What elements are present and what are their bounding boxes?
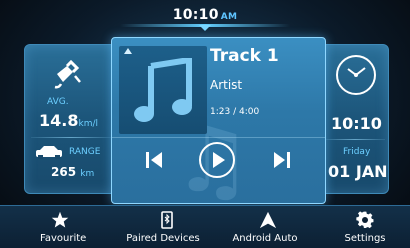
clock-widget[interactable]: 10:10 Friday 01 JAN (320, 44, 389, 194)
nav-settings-label: Settings (344, 233, 386, 244)
album-art (119, 46, 207, 134)
clock-time: 10:10 (331, 114, 382, 133)
play-button[interactable] (198, 141, 236, 179)
gear-icon (356, 211, 374, 229)
track-progress: 1:23 / 4:00 (210, 107, 260, 117)
home-screen: 10:10 AM AVG. 14.8km/l RANGE 265 km 10:1… (0, 0, 410, 248)
nav-android-auto-label: Android Auto (232, 233, 298, 244)
nav-favourite[interactable]: Favourite (20, 206, 100, 248)
eject-icon[interactable] (124, 48, 132, 54)
fuel-widget[interactable]: AVG. 14.8km/l RANGE 265 km (24, 44, 118, 194)
fuel-divider (31, 137, 111, 138)
previous-track-icon[interactable] (144, 148, 164, 172)
controls-divider (112, 137, 325, 138)
nav-paired-devices-label: Paired Devices (126, 233, 200, 244)
media-player-card[interactable]: ♫ Track 1 Artist 1:23 / 4:00 (111, 37, 326, 204)
clock-date: 01 JAN (328, 162, 388, 181)
range-unit: km (80, 169, 95, 179)
track-artist: Artist (210, 78, 243, 92)
bottom-nav-bar: Favourite Paired Devices Android Auto Se… (0, 205, 410, 248)
star-icon (51, 211, 69, 228)
status-time: 10:10 (172, 7, 219, 23)
music-note-icon (134, 58, 192, 122)
status-ampm: AM (220, 12, 238, 22)
nav-paired-devices[interactable]: Paired Devices (126, 206, 207, 248)
status-notch-indicator (199, 25, 211, 31)
next-track-icon[interactable] (272, 148, 292, 172)
range-value-block: 265 km (51, 165, 94, 179)
range-value: 265 (51, 165, 77, 179)
android-auto-icon (259, 211, 277, 229)
avg-unit: km/l (78, 119, 98, 129)
analog-clock-icon (336, 55, 376, 95)
status-clock: 10:10 AM (0, 7, 410, 23)
car-range-icon (36, 146, 62, 159)
nav-settings[interactable]: Settings (335, 206, 395, 248)
phone-icon (161, 211, 173, 229)
avg-label: AVG. (47, 97, 69, 107)
range-label: RANGE (69, 147, 101, 157)
nav-favourite-label: Favourite (40, 233, 87, 244)
avg-value-block: 14.8km/l (39, 111, 98, 130)
clock-divider (325, 139, 385, 140)
avg-value: 14.8 (39, 111, 79, 130)
fuel-pump-icon (54, 60, 81, 89)
clock-day: Friday (343, 147, 371, 157)
status-bar: 10:10 AM (0, 0, 410, 31)
track-title: Track 1 (210, 46, 279, 66)
nav-android-auto[interactable]: Android Auto (228, 206, 308, 248)
